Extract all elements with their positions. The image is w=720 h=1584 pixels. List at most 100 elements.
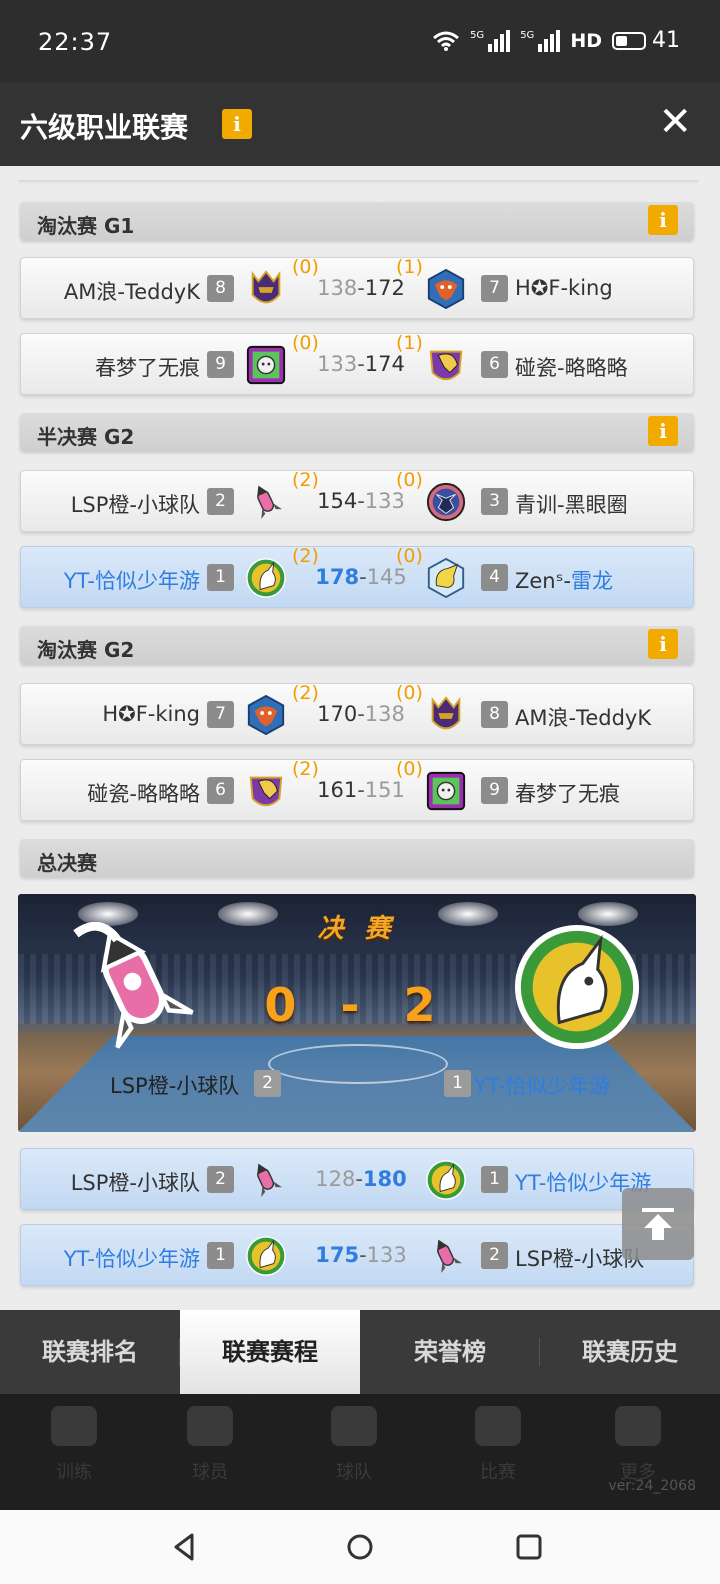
tab-league-ranking[interactable]: 联赛排名: [0, 1310, 180, 1394]
back-icon[interactable]: [168, 1530, 202, 1564]
final-game-row[interactable]: LSP橙-小球队 2 128-180 1 YT-恰似少年游: [20, 1148, 694, 1210]
nav-icon: [51, 1406, 97, 1446]
score-separator: -: [359, 565, 367, 589]
app-header: 六级职业联赛 i ✕: [0, 82, 720, 166]
schedule-content[interactable]: 淘汰赛 G1 i AM浪-TeddyK 8 (0) (1) 138-172 7 H✪F-ki…: [0, 166, 720, 1310]
rocket-icon: [425, 1234, 467, 1278]
match-score: 170-138: [313, 702, 409, 726]
section-title: 淘汰赛 G2: [37, 638, 135, 662]
scroll-to-top-button[interactable]: [622, 1188, 694, 1260]
final-game-row[interactable]: YT-恰似少年游 1 175-133 2 LSP橙-小球队: [20, 1224, 694, 1286]
right-team-name: 碰瓷-略略略: [515, 356, 628, 380]
tab-honor-list[interactable]: 荣誉榜: [360, 1310, 540, 1394]
version-label: ver:24_2068: [608, 1478, 696, 1494]
tab-league-schedule[interactable]: 联赛赛程: [180, 1310, 360, 1394]
nav-icon: [331, 1406, 377, 1446]
series-wins: (2): [292, 682, 319, 704]
home-icon[interactable]: [343, 1530, 377, 1564]
recents-icon[interactable]: [512, 1530, 546, 1564]
section-title: 淘汰赛 G1: [37, 214, 135, 238]
left-team-name: YT-恰似少年游: [63, 1247, 200, 1271]
score-separator: -: [357, 352, 365, 376]
seed-badge: 6: [207, 777, 234, 804]
system-nav-bar: [0, 1510, 720, 1584]
match-row[interactable]: AM浪-TeddyK 8 (0) (1) 138-172 7 H✪F-king: [20, 256, 694, 319]
left-score: 170: [317, 702, 358, 726]
spartan-helmet-icon: [245, 769, 287, 813]
eagle-icon: [425, 267, 467, 311]
seed-badge: 2: [207, 1166, 234, 1193]
section-title: 半决赛 G2: [37, 425, 135, 449]
left-team-name: LSP橙-小球队: [70, 493, 200, 517]
signal-icon: 5G: [470, 29, 511, 52]
nav-item: 训练: [34, 1406, 114, 1484]
nav-item: 更多: [598, 1406, 678, 1484]
section-title: 总决赛: [37, 851, 97, 875]
match-row[interactable]: YT-恰似少年游 1 (2) (0) 178-145 4 Zenˢ-雷龙: [20, 545, 694, 608]
nav-icon: [475, 1406, 521, 1446]
seed-badge: 7: [481, 275, 508, 302]
divider: [18, 180, 698, 184]
close-icon[interactable]: ✕: [658, 102, 692, 142]
seed-badge: 1: [444, 1070, 471, 1097]
status-bar: 22:37 5G 5G HD 41: [0, 0, 720, 82]
final-left-team: LSP橙-小球队: [110, 1074, 240, 1098]
right-score: 133: [364, 489, 405, 513]
score-separator: -: [357, 276, 365, 300]
left-team-name: AM浪-TeddyK: [63, 280, 200, 304]
series-wins: (2): [292, 758, 319, 780]
tab-league-history[interactable]: 联赛历史: [540, 1310, 720, 1394]
match-score: 133-174: [313, 352, 409, 376]
seed-badge: 4: [481, 564, 508, 591]
left-score: 154: [317, 489, 358, 513]
battery-level: 41: [652, 28, 680, 53]
section-header: 淘汰赛 G2 i: [20, 626, 694, 664]
info-icon[interactable]: i: [222, 109, 252, 139]
match-row[interactable]: H✪F-king 7 (2) (0) 170-138 8 AM浪-TeddyK: [20, 682, 694, 745]
info-icon[interactable]: i: [648, 416, 678, 446]
info-icon[interactable]: i: [648, 629, 678, 659]
final-banner[interactable]: 决 赛 0 - 2 LSP橙-小球队 2 1 YT-恰似少年游: [18, 894, 696, 1132]
info-icon[interactable]: i: [648, 205, 678, 235]
court-circle: [268, 1044, 448, 1084]
series-wins: (1): [396, 256, 423, 278]
knight-helmet-icon: [425, 693, 467, 737]
league-tabs: 联赛排名 联赛赛程 荣誉榜 联赛历史: [0, 1310, 720, 1394]
rocket-icon: [245, 480, 287, 524]
unicorn-icon: [425, 1158, 467, 1202]
series-wins: (0): [396, 682, 423, 704]
right-team-name: 青训-黑眼圈: [515, 493, 628, 517]
unicorn-icon: [245, 556, 287, 600]
dragon-icon: [425, 556, 467, 600]
series-wins: (0): [292, 256, 319, 278]
match-row[interactable]: LSP橙-小球队 2 (2) (0) 154-133 3 青训-黑眼圈: [20, 469, 694, 532]
score-separator: -: [359, 1243, 367, 1267]
series-wins: (1): [396, 332, 423, 354]
right-team-name: 春梦了无痕: [515, 782, 620, 806]
spartan-helmet-icon: [425, 343, 467, 387]
seed-badge: 3: [481, 488, 508, 515]
hd-icon: HD: [570, 29, 602, 52]
nav-item: 球队: [314, 1406, 394, 1484]
match-row[interactable]: 碰瓷-略略略 6 (2) (0) 161-151 9 春梦了无痕: [20, 758, 694, 821]
score-separator: -: [357, 778, 365, 802]
unicorn-icon: [512, 922, 642, 1052]
seed-badge: 2: [481, 1242, 508, 1269]
match-score: 178-145: [313, 565, 409, 589]
series-wins: (0): [292, 332, 319, 354]
left-score: 175: [315, 1243, 360, 1267]
match-score: 175-133: [313, 1243, 409, 1267]
section-header: 半决赛 G2 i: [20, 413, 694, 451]
left-score: 133: [317, 352, 358, 376]
final-right-team: YT-恰似少年游: [474, 1074, 611, 1098]
right-score: 138: [364, 702, 405, 726]
unicorn-icon: [245, 1234, 287, 1278]
bear-icon: [425, 769, 467, 813]
left-score: 128: [315, 1167, 356, 1191]
nav-item: 比赛: [458, 1406, 538, 1484]
knight-helmet-icon: [245, 267, 287, 311]
eagle-icon: [245, 693, 287, 737]
right-score: 133: [366, 1243, 407, 1267]
right-score: 145: [366, 565, 407, 589]
match-row[interactable]: 春梦了无痕 9 (0) (1) 133-174 6 碰瓷-略略略: [20, 332, 694, 395]
